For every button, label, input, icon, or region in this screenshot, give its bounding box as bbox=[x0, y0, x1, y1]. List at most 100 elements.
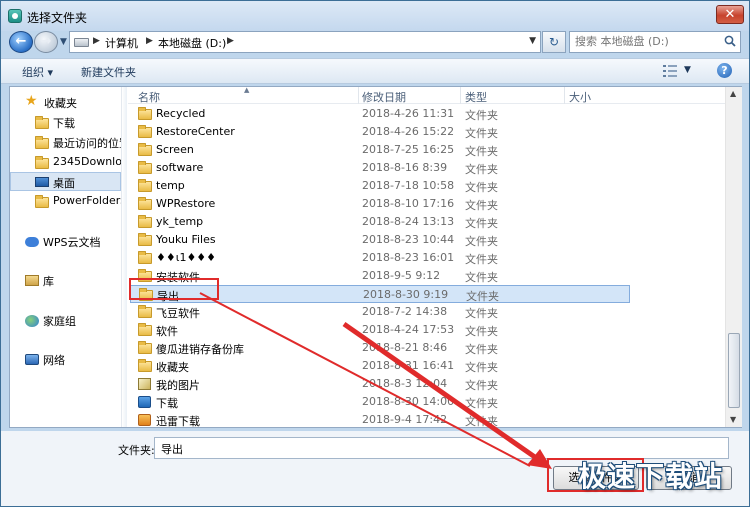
homegroup-icon bbox=[25, 315, 39, 327]
folder-icon bbox=[35, 136, 49, 149]
folder-icon bbox=[138, 251, 152, 264]
command-toolbar: 组织 ▾ 新建文件夹 ▼ ? bbox=[1, 58, 749, 84]
file-row[interactable]: Youku Files 2018-8-23 10:44 文件夹 bbox=[130, 231, 630, 249]
sidebar-item-recent-places[interactable]: 最近访问的位置 bbox=[10, 133, 121, 152]
file-type: 文件夹 bbox=[465, 163, 498, 176]
file-row[interactable]: 软件 2018-4-24 17:53 文件夹 bbox=[130, 321, 630, 339]
file-row[interactable]: yk_temp 2018-8-24 13:13 文件夹 bbox=[130, 213, 630, 231]
folder-icon bbox=[35, 116, 49, 129]
watermark-text: 极速下载站 bbox=[578, 460, 724, 493]
new-folder-button[interactable]: 新建文件夹 bbox=[81, 64, 136, 80]
file-row[interactable]: 傻瓜进销存备份库 2018-8-21 8:46 文件夹 bbox=[130, 339, 630, 357]
scrollbar-thumb[interactable] bbox=[728, 333, 740, 408]
file-row[interactable]: 迅雷下载 2018-9-4 17:42 文件夹 bbox=[130, 411, 630, 427]
breadcrumb-drive-d[interactable]: 本地磁盘 (D:) bbox=[158, 35, 226, 51]
chevron-right-icon[interactable]: ▶ bbox=[227, 36, 234, 46]
file-row[interactable]: WPRestore 2018-8-10 17:16 文件夹 bbox=[130, 195, 630, 213]
sidebar-item-powerfolders[interactable]: PowerFolders bbox=[10, 192, 121, 211]
forward-button[interactable]: → bbox=[34, 31, 58, 53]
pane-splitter[interactable] bbox=[121, 87, 127, 427]
file-row[interactable]: 我的图片 2018-8-3 12:04 文件夹 bbox=[130, 375, 630, 393]
help-icon[interactable]: ? bbox=[717, 63, 732, 78]
navigation-bar: ← → ▼ ▶ 计算机 ▶ 本地磁盘 (D:) ▶ ▼ ↻ bbox=[1, 31, 749, 54]
navigation-pane[interactable]: ★ 收藏夹 下载 最近访问的位置 2345Downloads 桌面 Pow bbox=[10, 87, 121, 427]
file-row[interactable]: 收藏夹 2018-8-31 16:41 文件夹 bbox=[130, 357, 630, 375]
close-button[interactable]: ✕ bbox=[716, 5, 744, 24]
file-modified-date: 2018-8-21 8:46 bbox=[362, 341, 448, 354]
column-name[interactable]: 名称 bbox=[138, 89, 160, 105]
file-row[interactable]: Screen 2018-7-25 16:25 文件夹 bbox=[130, 141, 630, 159]
file-type: 文件夹 bbox=[465, 109, 498, 122]
file-list[interactable]: ▲ 名称 修改日期 类型 大小 Recycled 2018-4-26 11:31 文… bbox=[128, 87, 742, 427]
column-divider[interactable] bbox=[564, 87, 565, 104]
sidebar-item-label: PowerFolders bbox=[53, 194, 121, 207]
folder-icon bbox=[35, 156, 49, 169]
chevron-right-icon[interactable]: ▶ bbox=[146, 36, 153, 46]
back-button[interactable]: ← bbox=[9, 31, 33, 53]
sidebar-item-desktop[interactable]: 桌面 bbox=[10, 172, 121, 191]
file-name: yk_temp bbox=[156, 215, 204, 228]
folder-icon bbox=[138, 233, 152, 246]
view-dropdown-icon[interactable]: ▼ bbox=[684, 65, 691, 75]
file-modified-date: 2018-8-24 13:13 bbox=[362, 215, 455, 228]
chevron-right-icon[interactable]: ▶ bbox=[93, 36, 100, 46]
column-type[interactable]: 类型 bbox=[465, 89, 487, 105]
vertical-scrollbar[interactable]: ▲ ▼ bbox=[725, 87, 742, 427]
address-dropdown-icon[interactable]: ▼ bbox=[529, 36, 536, 46]
file-type: 文件夹 bbox=[465, 127, 498, 140]
file-type: 文件夹 bbox=[465, 397, 498, 410]
file-modified-date: 2018-8-30 14:00 bbox=[362, 395, 455, 408]
file-row[interactable]: RestoreCenter 2018-4-26 15:22 文件夹 bbox=[130, 123, 630, 141]
search-icon[interactable] bbox=[724, 35, 736, 47]
sidebar-item-label: 库 bbox=[43, 275, 54, 288]
sidebar-item-favorites[interactable]: ★ 收藏夹 bbox=[10, 93, 121, 112]
scroll-up-icon[interactable]: ▲ bbox=[730, 89, 736, 98]
file-name: 飞豆软件 bbox=[156, 307, 200, 320]
xunlei-icon bbox=[138, 414, 151, 426]
sidebar-item-network[interactable]: 网络 bbox=[10, 350, 121, 369]
file-name: software bbox=[156, 161, 204, 174]
scroll-down-icon[interactable]: ▼ bbox=[730, 415, 736, 424]
file-row[interactable]: Recycled 2018-4-26 11:31 文件夹 bbox=[130, 105, 630, 123]
folder-icon bbox=[138, 143, 152, 156]
column-date[interactable]: 修改日期 bbox=[362, 89, 406, 105]
folder-icon bbox=[35, 195, 49, 208]
folder-icon bbox=[138, 107, 152, 120]
folder-picker-dialog: 选择文件夹 ✕ ← → ▼ ▶ 计算机 ▶ 本地磁盘 (D:) ▶ ▼ ↻ 组织… bbox=[0, 0, 750, 507]
file-modified-date: 2018-9-4 17:42 bbox=[362, 413, 448, 426]
sidebar-item-homegroup[interactable]: 家庭组 bbox=[10, 311, 121, 330]
view-options-icon[interactable] bbox=[663, 65, 677, 77]
sidebar-item-label: 家庭组 bbox=[43, 315, 76, 328]
sidebar-item-label: 2345Downloads bbox=[53, 155, 121, 168]
file-type: 文件夹 bbox=[465, 307, 498, 320]
column-divider[interactable] bbox=[358, 87, 359, 104]
folder-icon bbox=[138, 179, 152, 192]
organize-menu[interactable]: 组织 ▾ bbox=[22, 64, 53, 80]
file-name: ♦♦ι1♦♦♦ bbox=[156, 251, 217, 264]
file-row[interactable]: ♦♦ι1♦♦♦ 2018-8-23 16:01 文件夹 bbox=[130, 249, 630, 267]
breadcrumb-computer[interactable]: 计算机 bbox=[105, 35, 138, 51]
network-icon bbox=[25, 354, 39, 365]
cloud-icon bbox=[25, 237, 39, 247]
file-name: Screen bbox=[156, 143, 194, 156]
file-row[interactable]: temp 2018-7-18 10:58 文件夹 bbox=[130, 177, 630, 195]
file-type: 文件夹 bbox=[465, 343, 498, 356]
search-box[interactable] bbox=[569, 31, 741, 53]
window-title: 选择文件夹 bbox=[27, 11, 88, 25]
sidebar-item-downloads[interactable]: 下载 bbox=[10, 113, 121, 132]
column-divider[interactable] bbox=[460, 87, 461, 104]
sidebar-item-libraries[interactable]: 库 bbox=[10, 271, 121, 290]
file-row[interactable]: 下载 2018-8-30 14:00 文件夹 bbox=[130, 393, 630, 411]
file-row[interactable]: 飞豆软件 2018-7-2 14:38 文件夹 bbox=[130, 303, 630, 321]
sidebar-item-wps-cloud[interactable]: WPS云文档 bbox=[10, 232, 121, 251]
history-dropdown-icon[interactable]: ▼ bbox=[60, 37, 67, 47]
search-input[interactable] bbox=[575, 35, 715, 48]
folder-label: 文件夹: bbox=[118, 444, 155, 457]
refresh-button[interactable]: ↻ bbox=[542, 31, 566, 53]
column-size[interactable]: 大小 bbox=[569, 89, 591, 105]
file-row[interactable]: software 2018-8-16 8:39 文件夹 bbox=[130, 159, 630, 177]
file-modified-date: 2018-9-5 9:12 bbox=[362, 269, 441, 282]
address-bar[interactable]: ▶ 计算机 ▶ 本地磁盘 (D:) ▶ ▼ bbox=[69, 31, 541, 53]
sidebar-item-2345downloads[interactable]: 2345Downloads bbox=[10, 153, 121, 172]
sidebar-item-label: 桌面 bbox=[53, 177, 75, 190]
